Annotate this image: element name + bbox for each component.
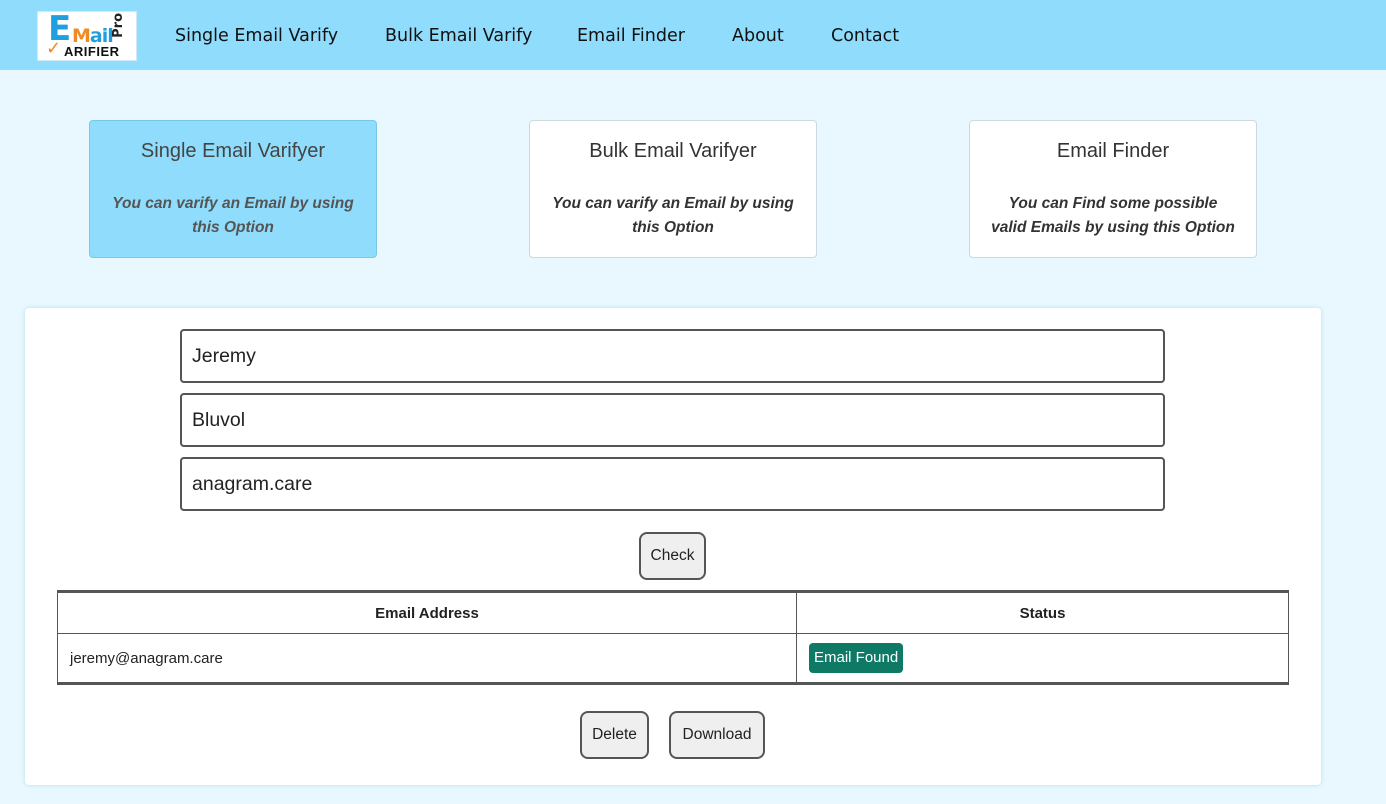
first-name-input[interactable]: [180, 329, 1165, 383]
domain-input[interactable]: [180, 457, 1165, 511]
card-description: You can varify an Email by using this Op…: [112, 195, 354, 236]
card-email-finder[interactable]: Email Finder You can Find some possible …: [969, 120, 1257, 258]
table-row: jeremy@anagram.care Email Found: [57, 633, 1289, 684]
results-table: Email Address Status jeremy@anagram.care…: [57, 590, 1289, 685]
card-title: Email Finder: [1056, 140, 1170, 162]
card-title: Bulk Email Varifyer: [589, 140, 757, 162]
card-description: You can varify an Email by using this Op…: [552, 195, 794, 236]
column-header-status: Status: [796, 591, 1289, 634]
logo-varifier-text: ARIFIER: [64, 44, 120, 59]
last-name-input[interactable]: [180, 393, 1165, 447]
status-badge: Email Found: [809, 643, 904, 673]
nav-bulk-email-varify[interactable]: Bulk Email Varify: [385, 24, 532, 48]
email-address-cell: jeremy@anagram.care: [57, 633, 797, 684]
nav-contact[interactable]: Contact: [831, 24, 899, 48]
delete-button[interactable]: Delete: [580, 711, 649, 759]
logo-check-icon: ✓: [46, 38, 62, 59]
column-header-email: Email Address: [57, 591, 797, 634]
logo-pro-text: Pro: [111, 13, 126, 38]
table-header-row: Email Address Status: [57, 591, 1289, 634]
card-description: You can Find some possible valid Emails …: [991, 195, 1235, 236]
card-bulk-email-varifyer[interactable]: Bulk Email Varifyer You can varify an Em…: [529, 120, 817, 258]
card-single-email-varifyer[interactable]: Single Email Varifyer You can varify an …: [89, 120, 377, 258]
email-varifier-logo[interactable]: E Mail Pro ✓ ARIFIER: [37, 11, 137, 61]
nav-email-finder[interactable]: Email Finder: [577, 24, 685, 48]
logo-mail-text: Mail: [72, 25, 114, 47]
card-title: Single Email Varifyer: [140, 140, 326, 162]
nav-about[interactable]: About: [732, 24, 784, 48]
nav-single-email-varify[interactable]: Single Email Varify: [175, 24, 338, 48]
check-button[interactable]: Check: [639, 532, 706, 580]
top-navbar: E Mail Pro ✓ ARIFIER Single Email Varify…: [0, 0, 1386, 70]
download-button[interactable]: Download: [669, 711, 765, 759]
status-cell: Email Found: [796, 633, 1289, 684]
